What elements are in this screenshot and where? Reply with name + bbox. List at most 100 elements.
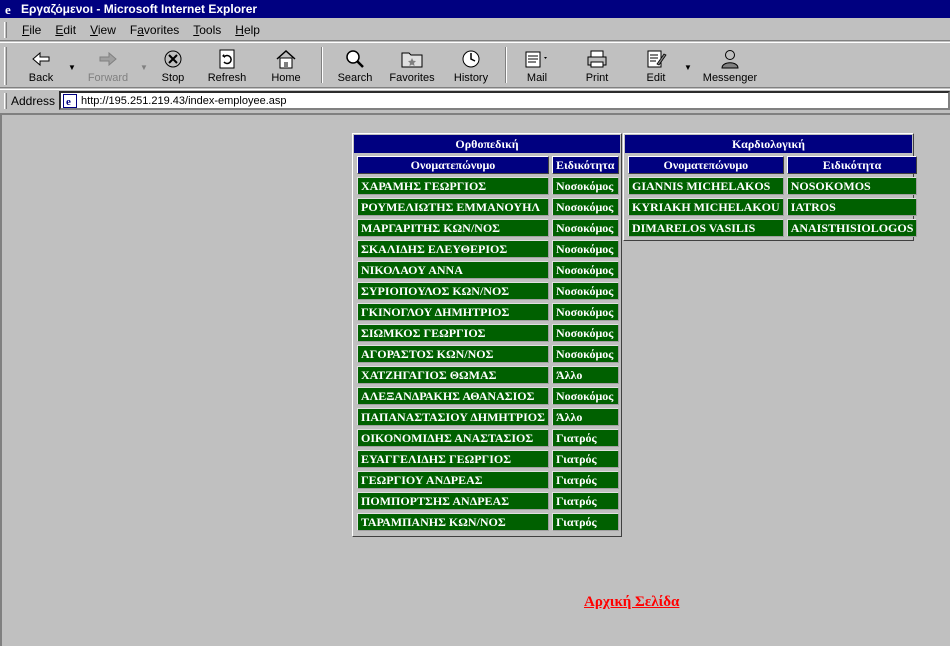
column-header-name: Ονοματεπώνυμο — [357, 156, 549, 174]
table-row: DIMARELOS VASILIS ANAISTHISIOLOGOS — [628, 219, 918, 237]
column-header-specialty: Ειδικότητα — [551, 156, 619, 174]
addressbar-grip — [4, 92, 7, 109]
table-row: ΤΑΡΑΜΠΑΝΗΣ ΚΩΝ/ΝΟΣ Γιατρός — [357, 513, 619, 531]
menu-bar: File Edit View Favorites Tools Help — [0, 19, 950, 41]
stop-icon — [163, 48, 183, 70]
employee-specialty-cell: NOSOKOMOS — [786, 177, 918, 195]
employee-specialty-cell: Γιατρός — [551, 492, 619, 510]
department-title: Ορθοπεδική — [354, 135, 620, 153]
printer-icon — [586, 48, 608, 70]
employee-name-cell: KYRIAKH MICHELAKOU — [628, 198, 784, 216]
table-row: ΣΚΑΛΙΔΗΣ ΕΛΕΥΘΕΡΙΟΣ Νοσοκόμος — [357, 240, 619, 258]
department-title: Καρδιολογική — [625, 135, 912, 153]
department-orthopedic: Ορθοπεδική Ονοματεπώνυμο Ειδικότητα ΧΑΡΑ… — [352, 133, 622, 537]
column-header-name: Ονοματεπώνυμο — [628, 156, 784, 174]
employee-name-cell: ΡΟΥΜΕΛΙΩΤΗΣ ΕΜΜΑΝΟΥΗΛ — [357, 198, 549, 216]
window-title: Εργαζόμενοι - Microsoft Internet Explore… — [21, 2, 258, 16]
employee-specialty-cell: Νοσοκόμος — [551, 261, 619, 279]
address-bar: Address e http://195.251.219.43/index-em… — [0, 89, 950, 111]
employee-name-cell: ΑΛΕΞΑΝΔΡΑΚΗΣ ΑΘΑΝΑΣΙΟΣ — [357, 387, 549, 405]
favorites-button[interactable]: Favorites — [381, 43, 443, 87]
messenger-button[interactable]: Messenger — [693, 43, 767, 87]
back-button[interactable]: Back — [15, 43, 67, 87]
address-url: http://195.251.219.43/index-employee.asp — [81, 94, 287, 107]
cardiology-employee-table: Ονοματεπώνυμο Ειδικότητα GIANNIS MICHELA… — [625, 153, 920, 240]
address-label: Address — [11, 93, 56, 108]
forward-arrow-icon — [98, 48, 118, 70]
page-icon: e — [63, 93, 78, 108]
employee-specialty-cell: Νοσοκόμος — [551, 282, 619, 300]
menu-favorites[interactable]: Favorites — [123, 23, 186, 37]
stop-button[interactable]: Stop — [149, 43, 197, 87]
employee-specialty-cell: Νοσοκόμος — [551, 177, 619, 195]
messenger-person-icon — [719, 48, 741, 70]
menu-file[interactable]: File — [15, 23, 48, 37]
employee-name-cell: ΠΟΜΠΟΡΤΣΗΣ ΑΝΔΡΕΑΣ — [357, 492, 549, 510]
orthopedic-employee-table: Ονοματεπώνυμο Ειδικότητα ΧΑΡΑΜΗΣ ΓΕΩΡΓΙΟ… — [354, 153, 622, 534]
menubar-grip — [4, 21, 7, 38]
table-row: ΣΥΡΙΟΠΟΥΛΟΣ ΚΩΝ/ΝΟΣ Νοσοκόμος — [357, 282, 619, 300]
employee-name-cell: ΜΑΡΓΑΡΙΤΗΣ ΚΩΝ/ΝΟΣ — [357, 219, 549, 237]
employee-specialty-cell: Γιατρός — [551, 429, 619, 447]
department-cardiology: Καρδιολογική Ονοματεπώνυμο Ειδικότητα GI… — [623, 133, 918, 241]
employee-specialty-cell: Νοσοκόμος — [551, 219, 619, 237]
table-row: GIANNIS MICHELAKOS NOSOKOMOS — [628, 177, 918, 195]
print-button[interactable]: Print — [573, 43, 621, 87]
mail-button[interactable]: Mail — [513, 43, 561, 87]
employee-specialty-cell: Νοσοκόμος — [551, 345, 619, 363]
toolbar-grip — [4, 47, 7, 85]
menu-help[interactable]: Help — [228, 23, 267, 37]
forward-dropdown-arrow[interactable]: ▼ — [139, 43, 149, 87]
table-row: ΜΑΡΓΑΡΙΤΗΣ ΚΩΝ/ΝΟΣ Νοσοκόμος — [357, 219, 619, 237]
employee-name-cell: ΣΥΡΙΟΠΟΥΛΟΣ ΚΩΝ/ΝΟΣ — [357, 282, 549, 300]
edit-dropdown-arrow[interactable]: ▼ — [683, 43, 693, 87]
table-row: ΠΟΜΠΟΡΤΣΗΣ ΑΝΔΡΕΑΣ Γιατρός — [357, 492, 619, 510]
employee-specialty-cell: Γιατρός — [551, 450, 619, 468]
home-page-link[interactable]: Αρχική Σελίδα — [584, 594, 679, 611]
employee-specialty-cell: ANAISTHISIOLOGOS — [786, 219, 918, 237]
home-button[interactable]: Home — [257, 43, 315, 87]
address-input[interactable]: e http://195.251.219.43/index-employee.a… — [59, 91, 950, 110]
employee-name-cell: ΧΑΡΑΜΗΣ ΓΕΩΡΓΙΟΣ — [357, 177, 549, 195]
menu-tools[interactable]: Tools — [186, 23, 228, 37]
menu-edit[interactable]: Edit — [48, 23, 83, 37]
refresh-icon — [218, 48, 236, 70]
table-row: KYRIAKH MICHELAKOU IATROS — [628, 198, 918, 216]
employee-name-cell: ΣΚΑΛΙΔΗΣ ΕΛΕΥΘΕΡΙΟΣ — [357, 240, 549, 258]
home-icon — [275, 48, 297, 70]
window-titlebar: e Εργαζόμενοι - Microsoft Internet Explo… — [0, 0, 950, 18]
forward-button[interactable]: Forward — [77, 43, 139, 87]
table-row: ΠΑΠΑΝΑΣΤΑΣΙΟΥ ΔΗΜΗΤΡΙΟΣ Άλλο — [357, 408, 619, 426]
employee-specialty-cell: Νοσοκόμος — [551, 240, 619, 258]
favorites-folder-icon — [401, 48, 423, 70]
employee-specialty-cell: Άλλο — [551, 366, 619, 384]
employee-name-cell: ΟΙΚΟΝΟΜΙΔΗΣ ΑΝΑΣΤΑΣΙΟΣ — [357, 429, 549, 447]
column-header-specialty: Ειδικότητα — [786, 156, 918, 174]
edit-button[interactable]: Edit — [629, 43, 683, 87]
table-row: ΣΙΩΜΚΟΣ ΓΕΩΡΓΙΟΣ Νοσοκόμος — [357, 324, 619, 342]
search-icon — [344, 48, 366, 70]
back-dropdown-arrow[interactable]: ▼ — [67, 43, 77, 87]
back-arrow-icon — [31, 48, 51, 70]
svg-text:e: e — [66, 96, 71, 108]
employee-name-cell: GIANNIS MICHELAKOS — [628, 177, 784, 195]
employee-specialty-cell: Νοσοκόμος — [551, 324, 619, 342]
employee-name-cell: ΕΥΑΓΓΕΛΙΔΗΣ ΓΕΩΡΓΙΟΣ — [357, 450, 549, 468]
history-button[interactable]: History — [443, 43, 499, 87]
search-button[interactable]: Search — [329, 43, 381, 87]
history-icon — [460, 48, 482, 70]
edit-page-icon — [645, 48, 667, 70]
employee-specialty-cell: Νοσοκόμος — [551, 198, 619, 216]
menu-view[interactable]: View — [83, 23, 123, 37]
table-row: ΓΚΙΝΟΓΛΟΥ ΔΗΜΗΤΡΙΟΣ Νοσοκόμος — [357, 303, 619, 321]
table-row: ΟΙΚΟΝΟΜΙΔΗΣ ΑΝΑΣΤΑΣΙΟΣ Γιατρός — [357, 429, 619, 447]
employee-specialty-cell: Νοσοκόμος — [551, 387, 619, 405]
employee-name-cell: ΓΕΩΡΓΙΟΥ ΑΝΔΡΕΑΣ — [357, 471, 549, 489]
table-row: ΝΙΚΟΛΑΟΥ ΑΝΝΑ Νοσοκόμος — [357, 261, 619, 279]
employee-name-cell: DIMARELOS VASILIS — [628, 219, 784, 237]
refresh-button[interactable]: Refresh — [197, 43, 257, 87]
table-header-row: Ονοματεπώνυμο Ειδικότητα — [628, 156, 918, 174]
table-row: ΕΥΑΓΓΕΛΙΔΗΣ ΓΕΩΡΓΙΟΣ Γιατρός — [357, 450, 619, 468]
employee-name-cell: ΓΚΙΝΟΓΛΟΥ ΔΗΜΗΤΡΙΟΣ — [357, 303, 549, 321]
table-row: ΡΟΥΜΕΛΙΩΤΗΣ ΕΜΜΑΝΟΥΗΛ Νοσοκόμος — [357, 198, 619, 216]
